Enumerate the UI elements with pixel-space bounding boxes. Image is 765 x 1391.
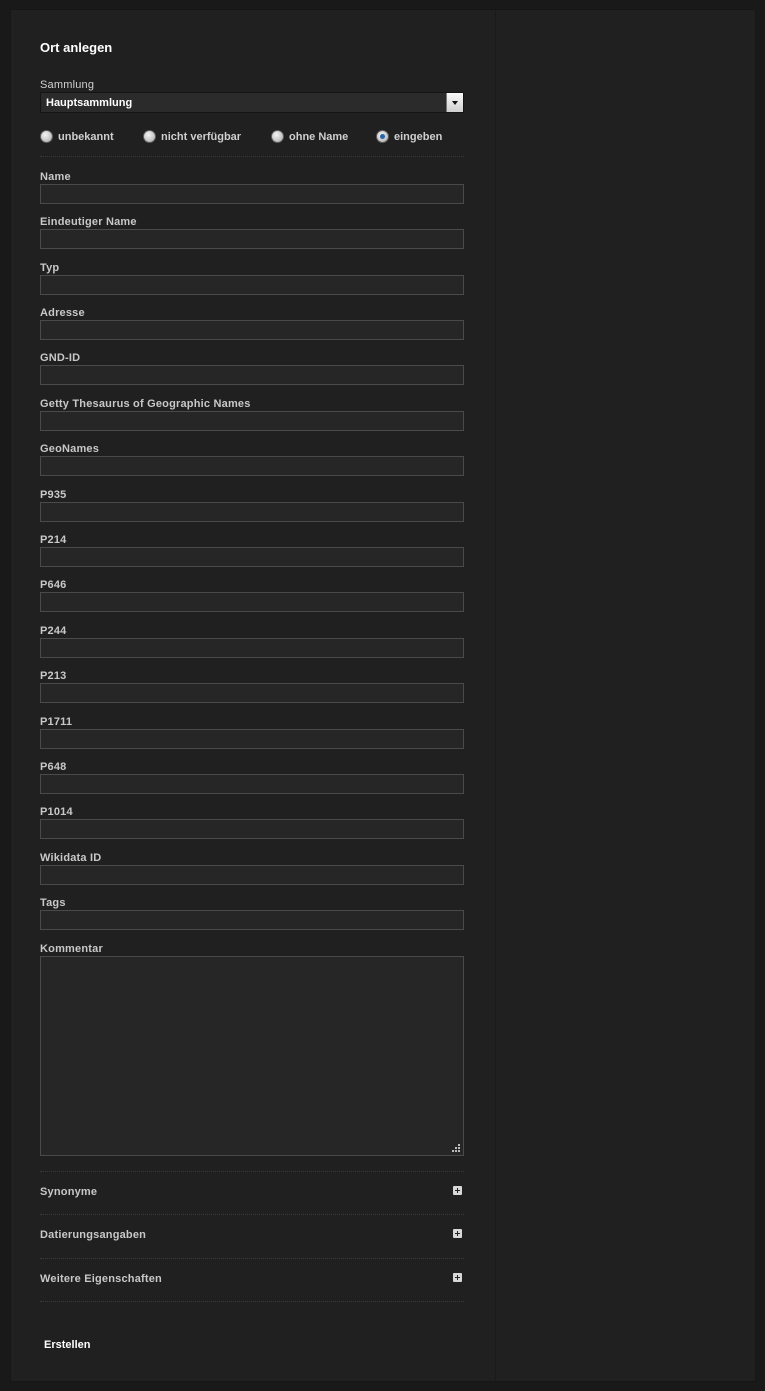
name-label: Name: [40, 171, 71, 183]
wikidata-id-input[interactable]: [40, 865, 464, 885]
divider: [40, 1171, 464, 1172]
expand-plus-icon[interactable]: [453, 1229, 462, 1238]
radio-icon[interactable]: [143, 130, 156, 143]
expand-plus-icon[interactable]: [453, 1186, 462, 1195]
p213-input[interactable]: [40, 683, 464, 703]
tags-input[interactable]: [40, 910, 464, 930]
divider: [40, 1258, 464, 1259]
radio-without-name[interactable]: ohne Name: [271, 130, 348, 143]
resize-grip-icon[interactable]: [451, 1143, 461, 1153]
p214-input[interactable]: [40, 547, 464, 567]
radio-label: nicht verfügbar: [161, 130, 242, 143]
section-dating-label: Datierungsangaben: [40, 1229, 147, 1241]
geonames-input[interactable]: [40, 456, 464, 476]
name-input[interactable]: [40, 184, 464, 204]
p214-label: P214: [40, 534, 67, 546]
radio-unknown[interactable]: unbekannt: [40, 130, 114, 143]
radio-label: ohne Name: [289, 130, 349, 143]
p1711-label: P1711: [40, 716, 73, 728]
unique-name-input[interactable]: [40, 229, 464, 249]
main-panel: Ort anlegen Sammlung Hauptsammlung unbek…: [10, 9, 756, 1382]
radio-icon[interactable]: [40, 130, 53, 143]
p935-input[interactable]: [40, 502, 464, 522]
geonames-label: GeoNames: [40, 443, 100, 455]
tags-label: Tags: [40, 897, 66, 909]
expand-plus-icon[interactable]: [453, 1273, 462, 1282]
chevron-down-icon[interactable]: [446, 93, 463, 112]
radio-enter[interactable]: eingeben: [376, 130, 442, 143]
collection-select-value: Hauptsammlung: [46, 97, 133, 109]
type-input[interactable]: [40, 275, 464, 295]
p1014-input[interactable]: [40, 819, 464, 839]
create-button[interactable]: Erstellen: [40, 1334, 95, 1356]
radio-not-available[interactable]: nicht verfügbar: [143, 130, 241, 143]
wikidata-id-label: Wikidata ID: [40, 852, 102, 864]
comment-label: Kommentar: [40, 943, 103, 955]
getty-input[interactable]: [40, 411, 464, 431]
p648-input[interactable]: [40, 774, 464, 794]
radio-label: eingeben: [394, 130, 443, 143]
name-mode-radio-group: unbekannt nicht verfügbar ohne Name eing…: [40, 130, 464, 146]
gnd-id-input[interactable]: [40, 365, 464, 385]
divider: [40, 1214, 464, 1215]
section-dating[interactable]: Datierungsangaben: [40, 1225, 464, 1245]
gnd-id-label: GND-ID: [40, 352, 81, 364]
type-label: Typ: [40, 262, 60, 274]
section-more-properties-label: Weitere Eigenschaften: [40, 1273, 162, 1285]
address-label: Adresse: [40, 307, 85, 319]
p213-label: P213: [40, 670, 67, 682]
p646-label: P646: [40, 579, 67, 591]
p648-label: P648: [40, 761, 67, 773]
column-divider: [495, 10, 496, 1381]
getty-label: Getty Thesaurus of Geographic Names: [40, 398, 251, 410]
p1014-label: P1014: [40, 806, 73, 818]
divider: [40, 156, 464, 157]
divider: [40, 1301, 464, 1302]
radio-label: unbekannt: [58, 130, 114, 143]
collection-select[interactable]: Hauptsammlung: [40, 92, 464, 113]
p244-input[interactable]: [40, 638, 464, 658]
p646-input[interactable]: [40, 592, 464, 612]
section-synonyms[interactable]: Synonyme: [40, 1182, 464, 1202]
unique-name-label: Eindeutiger Name: [40, 216, 137, 228]
address-input[interactable]: [40, 320, 464, 340]
comment-textarea[interactable]: [40, 956, 464, 1156]
radio-checked-icon[interactable]: [376, 130, 389, 143]
section-more-properties[interactable]: Weitere Eigenschaften: [40, 1269, 464, 1289]
form-title: Ort anlegen: [40, 40, 113, 55]
p1711-input[interactable]: [40, 729, 464, 749]
p244-label: P244: [40, 625, 67, 637]
collection-label: Sammlung: [40, 79, 95, 91]
radio-icon[interactable]: [271, 130, 284, 143]
section-synonyms-label: Synonyme: [40, 1186, 98, 1198]
p935-label: P935: [40, 489, 67, 501]
